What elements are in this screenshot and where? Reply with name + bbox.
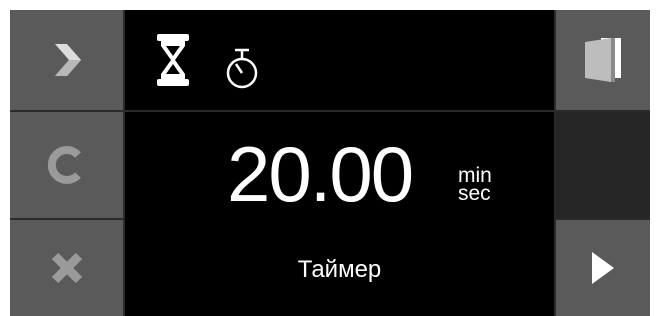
- control-panel: 20.00 min sec Таймер: [10, 10, 650, 316]
- exit-button[interactable]: [556, 10, 650, 110]
- stopwatch-icon[interactable]: [225, 48, 259, 90]
- hourglass-icon[interactable]: [155, 32, 191, 88]
- empty-slot: [556, 112, 650, 218]
- start-button[interactable]: [556, 220, 650, 316]
- next-button[interactable]: [10, 10, 123, 110]
- play-icon: [592, 252, 614, 284]
- mode-tab-bar: [125, 10, 554, 110]
- cancel-button[interactable]: [10, 220, 123, 316]
- x-letter-icon: [51, 252, 82, 284]
- mode-label: Таймер: [297, 256, 382, 283]
- clear-button[interactable]: [10, 112, 123, 218]
- c-letter-icon: [47, 146, 81, 184]
- timer-value: 20.00: [227, 130, 414, 218]
- unit-seconds: sec: [458, 182, 491, 205]
- timer-display: 20.00 min sec Таймер: [125, 112, 554, 316]
- chevron-right-icon: [54, 44, 81, 76]
- door-exit-icon: [585, 38, 621, 82]
